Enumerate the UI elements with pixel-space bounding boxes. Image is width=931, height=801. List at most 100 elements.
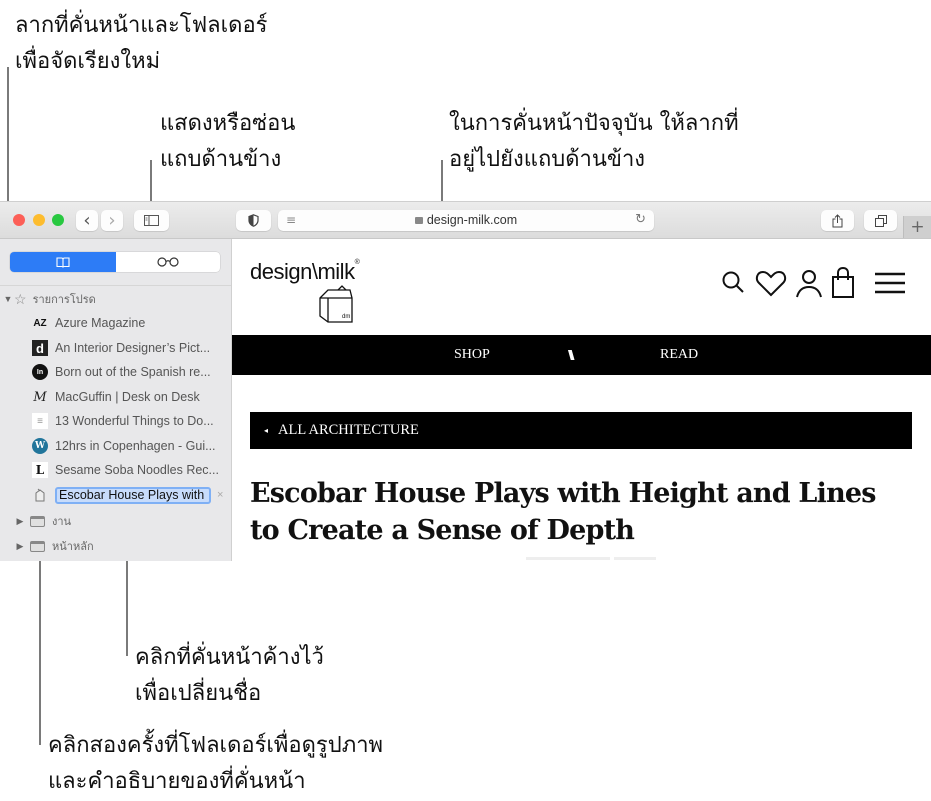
sidebar-icon bbox=[144, 215, 159, 226]
milk-carton-icon: dm bbox=[319, 285, 353, 323]
favorites-label: รายการโปรด bbox=[32, 293, 96, 306]
star-icon: ☆ bbox=[14, 290, 27, 307]
back-button[interactable]: ‹ bbox=[76, 210, 98, 231]
bookmark-title: An Interior Designer’s Pict... bbox=[55, 341, 211, 355]
callout-line: ลากที่คั่นหน้าและโฟลเดอร์ bbox=[15, 13, 268, 38]
divider bbox=[0, 285, 231, 286]
callout-show-hide-sidebar: แสดงหรือซ่อน แถบด้านข้าง bbox=[160, 106, 295, 178]
bookmark-item[interactable]: ≡ 13 Wonderful Things to Do... bbox=[0, 409, 231, 433]
bookmark-item[interactable]: AZ Azure Magazine bbox=[0, 311, 231, 335]
breadcrumb-label: ALL ARCHITECTURE bbox=[278, 422, 419, 438]
logo-text-left: design bbox=[250, 259, 312, 284]
close-button[interactable] bbox=[13, 214, 25, 226]
callout-line: แสดงหรือซ่อน bbox=[160, 111, 296, 136]
show-all-tabs-button[interactable] bbox=[864, 210, 897, 231]
bookmark-rename-input[interactable] bbox=[55, 486, 211, 504]
folder-icon bbox=[30, 540, 45, 552]
headline-line: to Create a Sense of Depth bbox=[250, 515, 635, 546]
bookmark-item[interactable]: d An Interior Designer’s Pict... bbox=[0, 336, 231, 360]
born-favicon: In bbox=[32, 364, 48, 380]
folder-item[interactable]: ▶ หน้าหลัก bbox=[0, 534, 231, 558]
forward-button[interactable]: › bbox=[101, 210, 123, 231]
url-text: design-milk.com bbox=[426, 213, 518, 227]
heart-icon[interactable] bbox=[755, 269, 787, 297]
bookmark-title: MacGuffin | Desk on Desk bbox=[55, 390, 200, 404]
logo-registered: ® bbox=[354, 259, 360, 266]
shopping-bag-icon[interactable] bbox=[831, 267, 855, 299]
macguffin-favicon: M bbox=[33, 389, 47, 405]
new-tab-button[interactable]: + bbox=[903, 216, 931, 238]
interior-favicon: d bbox=[32, 340, 48, 356]
web-content: design\milk® dm SHOP \\\\ READ ◂ ALL ARC… bbox=[232, 239, 931, 561]
sidebar-toggle-button[interactable] bbox=[134, 210, 169, 231]
tab-reading-list[interactable] bbox=[116, 252, 220, 272]
safari-window: ‹ › ≡ design-milk.com ↻ + ▼ ☆ รายการโปรด… bbox=[0, 201, 931, 561]
disclosure-closed-icon[interactable]: ▶ bbox=[14, 516, 26, 527]
headline-line: Escobar House Plays with Height and Line… bbox=[250, 478, 876, 509]
category-breadcrumb[interactable]: ◂ ALL ARCHITECTURE bbox=[250, 412, 912, 449]
nav-read[interactable]: READ bbox=[660, 347, 698, 363]
bookmark-title: 13 Wonderful Things to Do... bbox=[55, 414, 214, 428]
bookmark-item[interactable]: L Sesame Soba Noodles Rec... bbox=[0, 458, 231, 482]
back-arrow-icon: ◂ bbox=[264, 426, 269, 435]
share-button[interactable] bbox=[821, 210, 854, 231]
chevron-left-icon: ‹ bbox=[83, 209, 91, 231]
toolbar: ‹ › ≡ design-milk.com ↻ + bbox=[0, 202, 931, 239]
bookmark-title: Azure Magazine bbox=[55, 316, 146, 330]
book-icon bbox=[56, 256, 70, 268]
chevron-right-icon: › bbox=[108, 209, 116, 231]
callout-line: แถบด้านข้าง bbox=[160, 147, 282, 172]
sidebar-segmented-control bbox=[10, 252, 220, 272]
wordpress-favicon: W bbox=[32, 438, 48, 454]
clear-icon[interactable]: × bbox=[217, 489, 223, 501]
favorites-folder[interactable]: ▼ ☆ รายการโปรด bbox=[0, 287, 231, 311]
nav-divider-icon: \\\\ bbox=[568, 347, 574, 363]
lock-icon bbox=[414, 217, 423, 224]
account-icon[interactable] bbox=[795, 268, 823, 298]
bookmark-item[interactable]: M MacGuffin | Desk on Desk bbox=[0, 385, 231, 409]
carton-label: dm bbox=[342, 314, 350, 320]
share-icon bbox=[832, 213, 843, 227]
address-bar[interactable]: ≡ design-milk.com ↻ bbox=[278, 210, 654, 231]
callout-line: เพื่อจัดเรียงใหม่ bbox=[15, 49, 161, 74]
wonderful-favicon: ≡ bbox=[32, 413, 48, 429]
reload-icon[interactable]: ↻ bbox=[635, 212, 646, 227]
tabs-icon bbox=[874, 214, 887, 227]
placeholder-bar bbox=[614, 557, 656, 560]
bookmark-item[interactable]: W 12hrs in Copenhagen - Gui... bbox=[0, 434, 231, 458]
menu-icon[interactable] bbox=[871, 270, 911, 296]
bookmark-title: Born out of the Spanish re... bbox=[55, 365, 211, 379]
minimize-button[interactable] bbox=[33, 214, 45, 226]
site-nav-bar: SHOP \\\\ READ bbox=[232, 335, 931, 375]
sesame-favicon: L bbox=[32, 462, 48, 478]
article-headline: Escobar House Plays with Height and Line… bbox=[250, 475, 920, 549]
callout-line: ในการคั่นหน้าปัจจุบัน ให้ลากที่ bbox=[449, 111, 739, 136]
bookmark-item-editing[interactable]: × bbox=[0, 483, 231, 507]
zoom-button[interactable] bbox=[52, 214, 64, 226]
callout-drag-current: ในการคั่นหน้าปัจจุบัน ให้ลากที่ อยู่ไปยั… bbox=[449, 106, 739, 178]
tab-bookmarks[interactable] bbox=[10, 252, 116, 272]
disclosure-closed-icon[interactable]: ▶ bbox=[14, 541, 26, 552]
folder-icon bbox=[30, 515, 45, 527]
bookmark-item[interactable]: In Born out of the Spanish re... bbox=[0, 360, 231, 384]
site-header-icons bbox=[721, 267, 911, 299]
bookmarks-sidebar: ▼ ☆ รายการโปรด AZ Azure Magazine d An In… bbox=[0, 239, 232, 561]
folder-label: งาน bbox=[52, 515, 72, 528]
nav-shop[interactable]: SHOP bbox=[454, 347, 490, 363]
site-logo[interactable]: design\milk® bbox=[250, 259, 360, 285]
glasses-icon bbox=[157, 257, 179, 267]
folder-label: หน้าหลัก bbox=[52, 540, 94, 553]
callout-drag-reorder: ลากที่คั่นหน้าและโฟลเดอร์ เพื่อจัดเรียงใ… bbox=[15, 8, 268, 80]
leader-line bbox=[39, 553, 41, 745]
azure-favicon: AZ bbox=[33, 317, 47, 329]
logo-text-right: milk bbox=[317, 259, 355, 284]
privacy-report-button[interactable] bbox=[236, 210, 271, 231]
folder-item[interactable]: ▶ งาน bbox=[0, 509, 231, 533]
callout-line: และคำอธิบายของที่คั่นหน้า bbox=[48, 769, 306, 794]
search-icon[interactable] bbox=[721, 270, 747, 296]
disclosure-open-icon[interactable]: ▼ bbox=[2, 294, 14, 304]
callout-line: เพื่อเปลี่ยนชื่อ bbox=[135, 681, 262, 706]
callout-double-click-folder: คลิกสองครั้งที่โฟลเดอร์เพื่อดูรูปภาพ และ… bbox=[48, 728, 383, 800]
carton-favicon bbox=[32, 487, 48, 503]
callout-line: คลิกสองครั้งที่โฟลเดอร์เพื่อดูรูปภาพ bbox=[48, 733, 384, 758]
